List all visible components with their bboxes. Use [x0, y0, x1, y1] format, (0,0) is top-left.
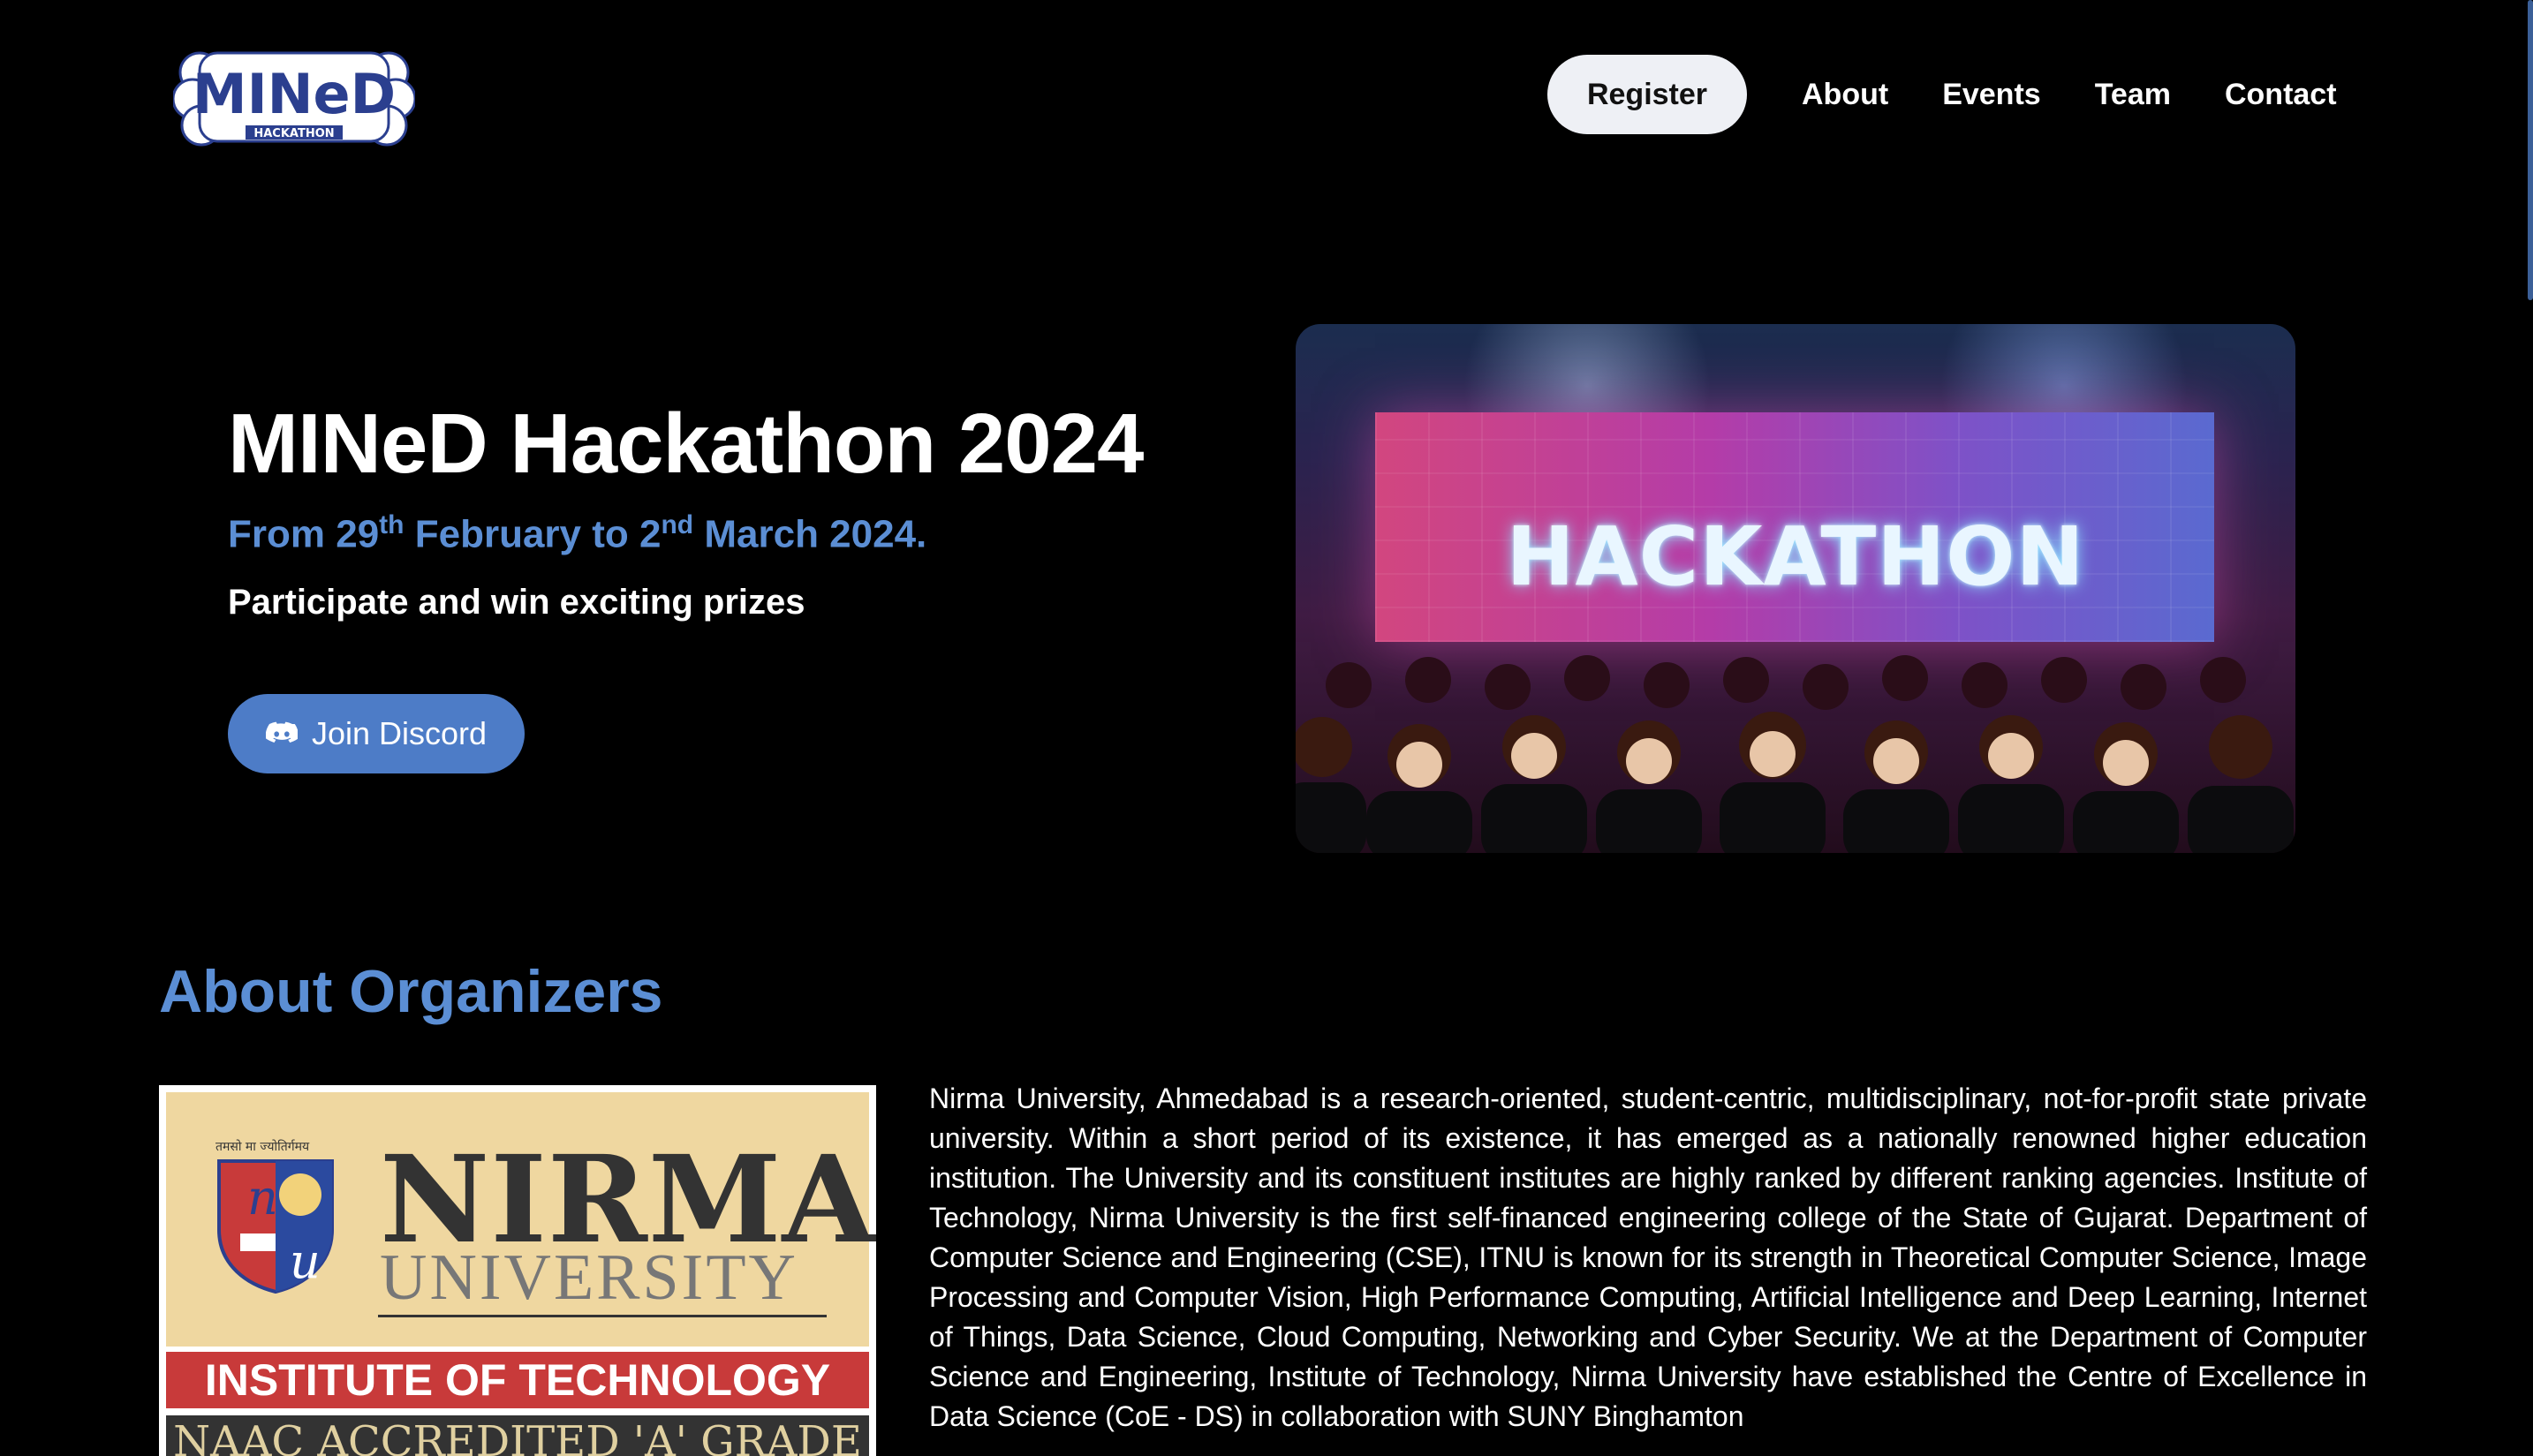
- logo-subtext: HACKATHON: [253, 127, 334, 140]
- about-organizers-heading: About Organizers: [159, 958, 663, 1025]
- join-discord-button[interactable]: Join Discord: [228, 694, 525, 773]
- hackathon-image-word: HACKATHON: [1506, 509, 2085, 604]
- about-organizers-text: Nirma University, Ahmedabad is a researc…: [929, 1083, 2367, 1432]
- scrollbar-thumb[interactable]: [2528, 0, 2533, 300]
- date-from-sup: th: [379, 510, 405, 539]
- page-scrollbar[interactable]: [2522, 0, 2533, 1436]
- date-mid: February to 2: [404, 512, 662, 556]
- nirma-logo-top: तमसो मा ज्योतिर्गमय n u NIRMA UNIVERSITY: [166, 1092, 875, 1347]
- nav-link-events[interactable]: Events: [1942, 78, 2041, 112]
- hero-title: MINeD Hackathon 2024: [228, 396, 1144, 491]
- hackathon-hero-image: HACKATHON: [1296, 324, 2295, 853]
- svg-text:u: u: [290, 1233, 321, 1289]
- nirma-university-logo: तमसो मा ज्योतिर्गमय n u NIRMA UNIVERSITY…: [159, 1085, 876, 1456]
- nirma-university-label: UNIVERSITY: [380, 1241, 798, 1314]
- logo-text: MINeD: [193, 62, 396, 126]
- register-button[interactable]: Register: [1547, 55, 1747, 134]
- discord-icon: [265, 721, 298, 746]
- mined-logo[interactable]: MINeD HACKATHON: [171, 37, 417, 155]
- nirma-shield-icon: n u: [217, 1159, 334, 1294]
- nav-link-about[interactable]: About: [1802, 78, 1888, 112]
- nirma-institute-banner: INSTITUTE OF TECHNOLOGY: [166, 1352, 869, 1408]
- nav-link-team[interactable]: Team: [2095, 78, 2171, 112]
- date-end: March 2024.: [693, 512, 927, 556]
- participants-crowd: [1296, 655, 2294, 853]
- join-discord-label: Join Discord: [311, 715, 488, 751]
- date-to-sup: nd: [661, 510, 694, 539]
- svg-text:n: n: [247, 1170, 278, 1226]
- nirma-underline: [378, 1315, 827, 1317]
- nirma-naac-banner: NAAC ACCREDITED 'A' GRADE: [166, 1415, 869, 1456]
- hero-date: From 29th February to 2nd March 2024.: [228, 510, 926, 557]
- nav-link-contact[interactable]: Contact: [2225, 78, 2337, 112]
- main-nav: Register About Events Team Contact: [1547, 55, 2337, 134]
- hero-subtitle: Participate and win exciting prizes: [228, 583, 805, 622]
- date-from: From 29: [228, 512, 380, 556]
